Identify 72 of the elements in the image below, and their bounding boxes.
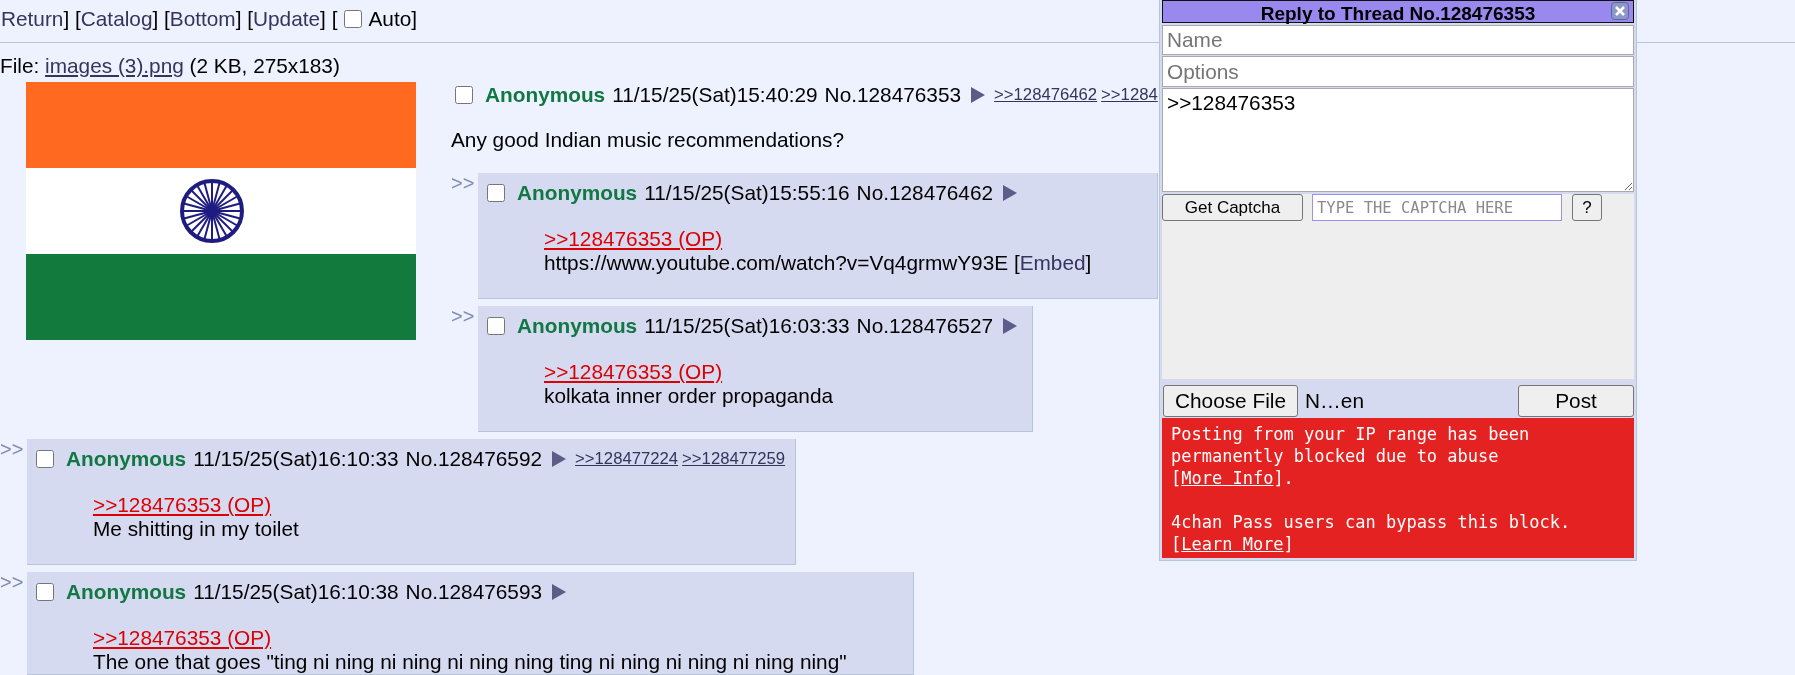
auto-checkbox[interactable]: [344, 10, 363, 28]
bracket-text: ] [: [235, 7, 254, 31]
post-checkbox[interactable]: [455, 86, 473, 104]
caret-icon[interactable]: [971, 87, 986, 103]
bracket-text: ]: [411, 7, 417, 31]
nav-link[interactable]: Catalog: [80, 7, 153, 31]
post-date: 11/15/25(Sat)16:03:33: [644, 314, 850, 338]
backlink[interactable]: >>1284: [1101, 83, 1158, 107]
error-message: Posting from your IP range has been permanently blocked due to abuse [More Info].: [1171, 423, 1531, 489]
post-comment: kolkata inner order propaganda: [544, 384, 834, 408]
post-date: 11/15/25(Sat)15:55:16: [644, 181, 850, 205]
error-message: 4chan Pass users can bypass this block. [Learn More]: [1171, 511, 1572, 555]
get-captcha-button[interactable]: Get Captcha: [1162, 194, 1303, 221]
post-number-link[interactable]: No.128476527: [856, 314, 994, 338]
file-link[interactable]: images (3).png: [45, 54, 184, 77]
side-arrow: >>: [451, 306, 476, 326]
post-checkbox[interactable]: [487, 317, 505, 335]
caret-icon[interactable]: [552, 451, 567, 467]
post-number-link[interactable]: No.128476593: [405, 580, 543, 604]
name-field[interactable]: Name: [1162, 25, 1634, 55]
captcha-field[interactable]: TYPE THE CAPTCHA HERE: [1312, 194, 1562, 221]
post-number-link[interactable]: No.128476462: [856, 181, 994, 205]
checkbox-label: Auto: [368, 7, 412, 31]
post-button[interactable]: Post: [1518, 385, 1634, 417]
caret-icon[interactable]: [1003, 318, 1018, 334]
window-title: Reply to Thread No.128476353: [1260, 3, 1536, 24]
caret-icon[interactable]: [1003, 185, 1018, 201]
nav-link[interactable]: Return: [1, 7, 64, 31]
quote-link[interactable]: >>128476353 (OP): [544, 227, 723, 250]
backlink[interactable]: >>128477224: [575, 447, 679, 471]
backlink[interactable]: >>128476462: [994, 83, 1098, 107]
post-date: 11/15/25(Sat)16:10:33: [193, 447, 399, 471]
post-comment: Any good Indian music recommendations?: [451, 128, 845, 152]
side-arrow: >>: [0, 572, 25, 592]
side-arrow: >>: [451, 173, 476, 193]
poster-name: Anonymous: [517, 314, 638, 338]
post-comment: https://www.youtube.com/watch?v=Vq4grmwY93E [Embed]: [544, 251, 1092, 275]
file-name: N…en: [1305, 389, 1364, 413]
quote-link[interactable]: >>128476353 (OP): [544, 360, 723, 383]
post-checkbox[interactable]: [36, 450, 54, 468]
post-checkbox[interactable]: [36, 583, 54, 601]
caret-icon[interactable]: [552, 584, 567, 600]
comment-field[interactable]: >>128476353: [1162, 88, 1634, 192]
post-comment: Me shitting in my toilet: [93, 517, 299, 541]
choose-file-button[interactable]: Choose File: [1163, 385, 1298, 417]
bracket-text: ] [: [63, 7, 81, 31]
nav-link[interactable]: Bottom: [169, 7, 236, 31]
post-date: 11/15/25(Sat)15:40:29: [612, 83, 818, 107]
poster-name: Anonymous: [66, 580, 187, 604]
post-number-link[interactable]: No.128476592: [405, 447, 543, 471]
poster-name: Anonymous: [517, 181, 638, 205]
bracket-text: ] [: [320, 7, 338, 31]
error-link[interactable]: More Info: [1181, 468, 1274, 488]
close-icon[interactable]: [1611, 2, 1629, 20]
post-date: 11/15/25(Sat)16:10:38: [193, 580, 399, 604]
nav-link[interactable]: Update: [253, 7, 321, 31]
file-info: File: images (3).png (2 KB, 275x183): [0, 54, 340, 78]
post-comment: The one that goes "ting ni ning ni ning ni ning ning ting ni ning ni ning ni ning ning": [93, 650, 847, 674]
title-bar[interactable]: Reply to Thread No.128476353: [1162, 0, 1634, 23]
post-checkbox[interactable]: [487, 184, 505, 202]
side-arrow: >>: [0, 439, 25, 459]
poster-name: Anonymous: [66, 447, 187, 471]
poster-name: Anonymous: [485, 83, 606, 107]
bracket-text: ] [: [152, 7, 170, 31]
comment-link[interactable]: Embed: [1019, 251, 1086, 274]
error-link[interactable]: Learn More: [1181, 534, 1284, 554]
backlink[interactable]: >>128477259: [682, 447, 786, 471]
help-button[interactable]: ?: [1572, 194, 1602, 221]
post-number-link[interactable]: No.128476353: [824, 83, 962, 107]
quote-link[interactable]: >>128476353 (OP): [93, 626, 272, 649]
options-field[interactable]: Options: [1162, 56, 1634, 87]
quote-link[interactable]: >>128476353 (OP): [93, 493, 272, 516]
